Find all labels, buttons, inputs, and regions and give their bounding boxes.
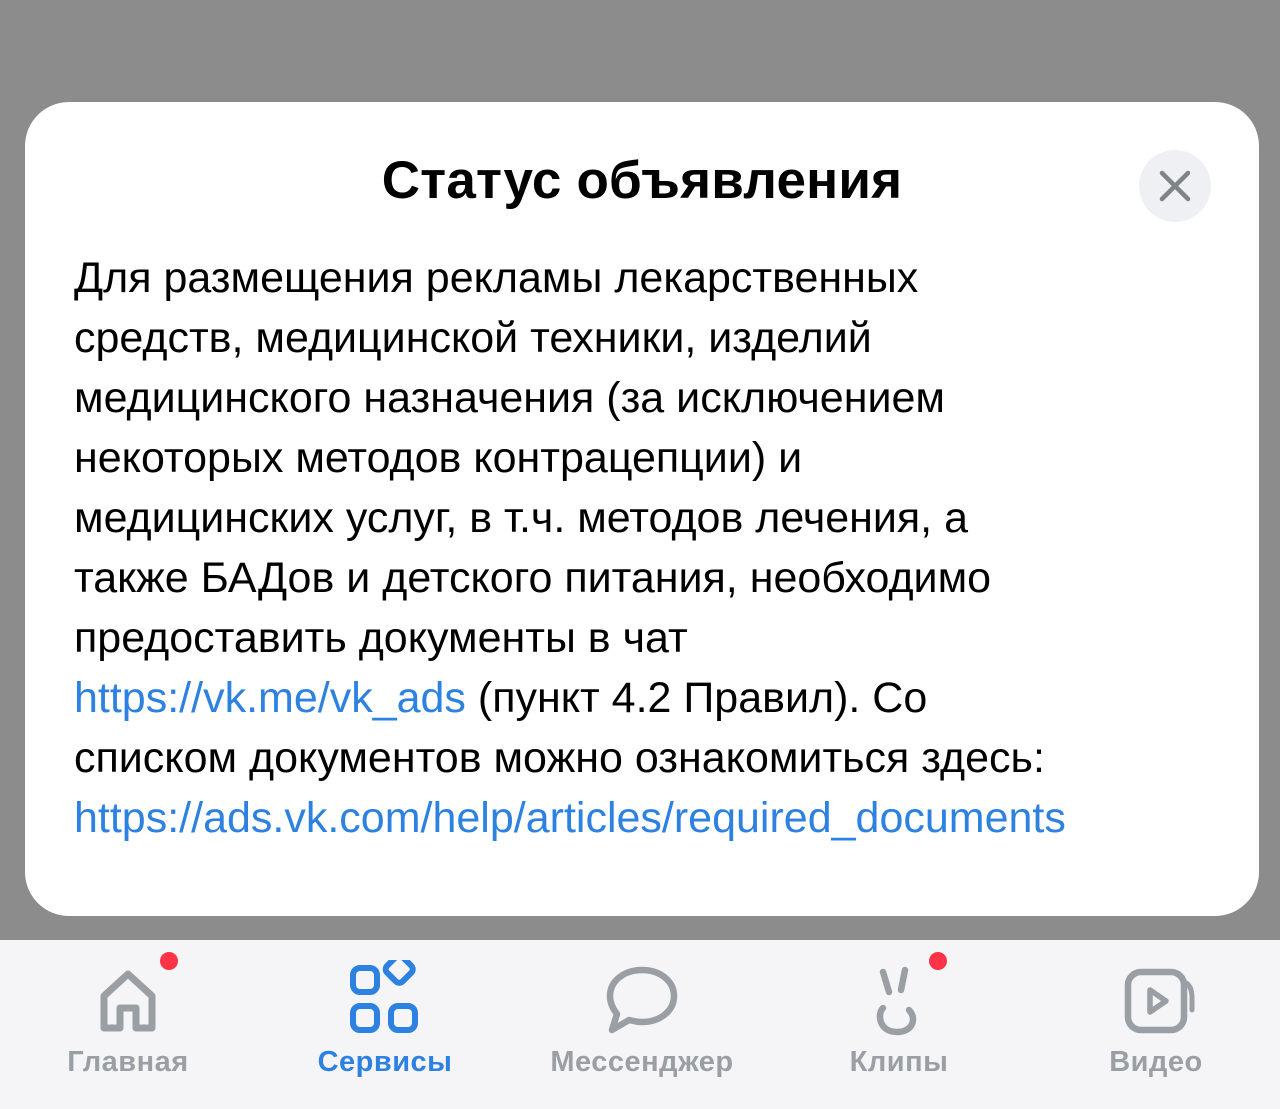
tab-messenger[interactable]: Мессенджер — [514, 940, 770, 1109]
body-line: предоставить документы в чат — [74, 614, 688, 662]
tab-services[interactable]: Сервисы — [257, 940, 513, 1109]
home-icon — [100, 970, 156, 1032]
body-line: Для размещения рекламы лекарственных — [74, 254, 919, 302]
tab-label: Клипы — [849, 1046, 949, 1078]
tab-home[interactable]: Главная — [0, 940, 256, 1109]
body-line: списком документов можно ознакомиться зд… — [74, 734, 1045, 782]
required-documents-link[interactable]: https://ads.vk.com/help/articles/require… — [74, 794, 1066, 842]
tab-label: Сервисы — [317, 1046, 453, 1078]
notification-badge — [929, 952, 947, 970]
body-line: https://ads.vk.com/help/articles/require… — [74, 788, 1234, 848]
tab-clips[interactable]: Клипы — [771, 940, 1027, 1109]
tab-label: Мессенджер — [550, 1046, 734, 1078]
close-icon — [1159, 170, 1191, 202]
body-line: средств, медицинской техники, изделий — [74, 314, 872, 362]
tab-label: Главная — [67, 1046, 189, 1078]
modal-body-text: Для размещения рекламы лекарственных сре… — [74, 248, 1234, 848]
chat-bubble-icon — [606, 966, 678, 1034]
close-button[interactable] — [1139, 150, 1211, 222]
bottom-tab-bar: Главная Сервисы Мессенджер Клипы Видео — [0, 940, 1280, 1109]
modal-title: Статус объявления — [381, 151, 903, 210]
tab-label: Видео — [1109, 1046, 1203, 1078]
body-line: медицинских услуг, в т.ч. методов лечени… — [74, 494, 968, 542]
clips-icon — [876, 966, 917, 1036]
vk-ads-chat-link[interactable]: https://vk.me/vk_ads — [74, 674, 466, 722]
notification-badge — [160, 952, 178, 970]
body-line: медицинского назначения (за исключением — [74, 374, 945, 422]
tab-video[interactable]: Видео — [1028, 940, 1280, 1109]
services-grid-icon — [350, 960, 418, 1033]
video-play-icon — [1124, 968, 1195, 1034]
body-text: (пункт 4.2 Правил). Со — [465, 674, 928, 722]
body-line: некоторых методов контрацепции) и — [74, 434, 803, 482]
body-line: также БАДов и детского питания, необходи… — [74, 554, 992, 602]
body-line: https://vk.me/vk_ads (пункт 4.2 Правил).… — [74, 668, 1234, 728]
